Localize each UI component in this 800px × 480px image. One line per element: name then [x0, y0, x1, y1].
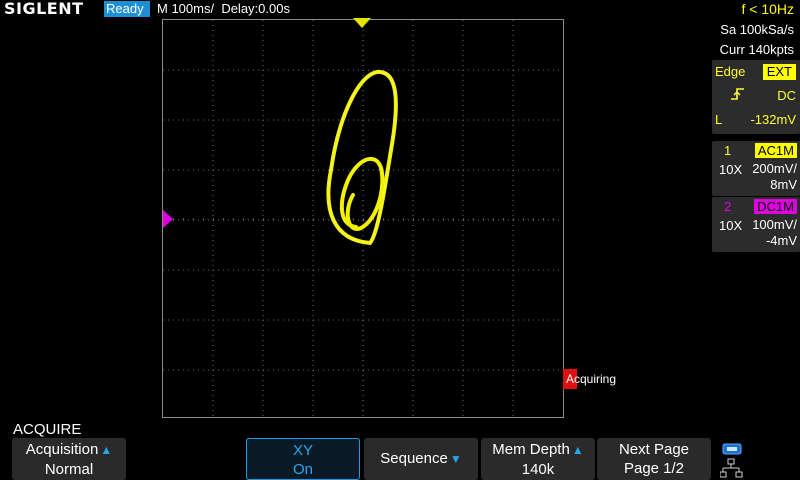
channel-1-probe: 10X [719, 162, 743, 177]
trigger-level: -132mV [750, 112, 796, 127]
channel-1-scale: 200mV/ [752, 161, 797, 176]
usb-icon [722, 443, 742, 455]
channel-2-offset: -4mV [765, 233, 797, 248]
ch2-ground-marker-icon [163, 210, 173, 228]
next-page-button[interactable]: Next Page Page 1/2 [597, 438, 711, 480]
channel-2-panel[interactable]: 2 DC1M 10X 100mV/ -4mV [712, 197, 800, 252]
channel-1-number: 1 [724, 143, 732, 158]
menu-title: ACQUIRE [13, 421, 82, 438]
channel-2-scale: 100mV/ [752, 217, 797, 232]
network-icon [719, 458, 743, 478]
system-status-icons [719, 442, 750, 480]
status-bar: SIGLENT Ready M 100ms/ Delay:0.00s f < 1… [0, 0, 800, 18]
softkey-label: XY [292, 442, 313, 459]
sort-arrow-icon: ▲ [571, 443, 584, 457]
timebase-readout[interactable]: M 100ms/ Delay:0.00s [157, 0, 290, 18]
channel-2-number: 2 [724, 199, 732, 214]
channel-1-panel[interactable]: 1 AC1M 10X 200mV/ 8mV [712, 141, 800, 196]
rising-edge-icon [730, 86, 746, 105]
frequency-readout: f < 10Hz [741, 1, 794, 17]
acquisition-mode-button[interactable]: Acquisition ▲ Normal [12, 438, 126, 480]
memory-points: Curr 140kpts [719, 42, 794, 57]
channel-1-coupling-badge: AC1M [754, 143, 797, 158]
softkey-label: Acquisition [25, 441, 99, 458]
sequence-button[interactable]: Sequence ▼ [364, 438, 478, 480]
channel-2-scale-block: 100mV/ -4mV [752, 217, 797, 249]
channel-2-probe: 10X [719, 218, 743, 233]
channel-1-scale-block: 200mV/ 8mV [752, 161, 797, 193]
run-state-badge[interactable]: Ready [104, 1, 150, 17]
sample-rate: Sa 100kSa/s [720, 22, 794, 37]
softkey-label: Sequence [380, 450, 448, 467]
sort-arrow-icon: ▼ [449, 452, 462, 466]
softkey-value: On [292, 461, 313, 478]
waveform-display[interactable] [162, 19, 564, 418]
trigger-marker-icon [353, 18, 371, 28]
softkey-label: Next Page [618, 441, 690, 458]
channel-2-coupling-badge: DC1M [754, 199, 797, 214]
delay-readout: Delay:0.00s [221, 1, 290, 16]
acquiring-label: Acquiring [566, 372, 617, 386]
trigger-source-badge: EXT [762, 64, 796, 80]
trigger-coupling: DC [777, 88, 796, 103]
softkey-value: Normal [44, 461, 94, 478]
sort-arrow-icon: ▲ [100, 443, 113, 457]
channel-1-offset: 8mV [770, 177, 797, 192]
xy-trace [326, 69, 398, 245]
trigger-type: Edge [715, 64, 746, 79]
softkey-value: Page 1/2 [623, 460, 685, 477]
xy-mode-button[interactable]: XY On [246, 438, 360, 480]
acquisition-info: Sa 100kSa/s Curr 140kpts [712, 20, 800, 60]
softkey-label: Mem Depth [492, 441, 570, 458]
trigger-panel[interactable]: Edge EXT DC L -132mV [712, 60, 800, 134]
trigger-level-label: L [715, 112, 723, 127]
brand-logo: SIGLENT [4, 0, 84, 18]
graticule [163, 20, 563, 417]
softkey-value: 140k [521, 461, 555, 478]
mem-depth-button[interactable]: Mem Depth ▲ 140k [481, 438, 595, 480]
timebase-scale: M 100ms/ [157, 1, 215, 16]
